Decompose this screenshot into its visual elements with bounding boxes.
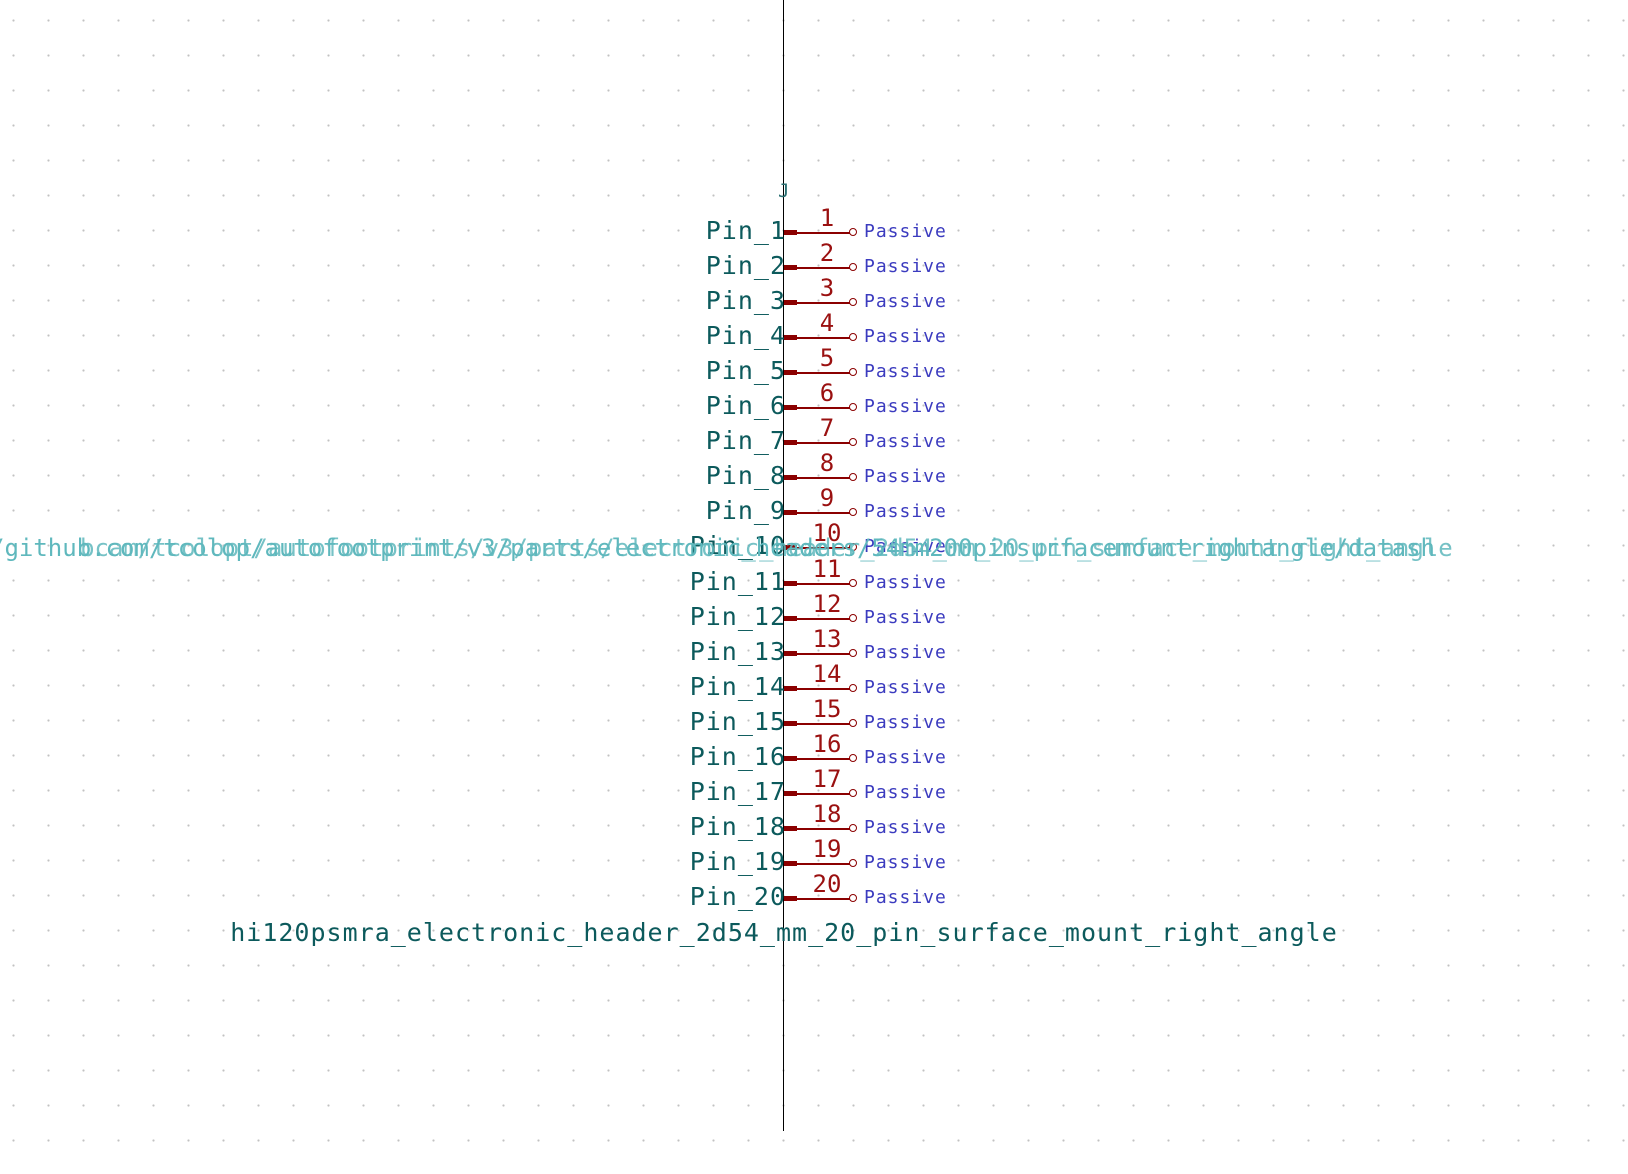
pin-type-label: Passive bbox=[864, 817, 947, 838]
pin-number-label: 16 bbox=[812, 730, 842, 758]
pin-endpoint-icon[interactable] bbox=[849, 684, 857, 692]
pin-type-label: Passive bbox=[864, 712, 947, 733]
pin-endpoint-icon[interactable] bbox=[849, 614, 857, 622]
pin-endpoint-icon[interactable] bbox=[849, 579, 857, 587]
component-value[interactable]: hi120psmra_electronic_header_2d54_mm_20_… bbox=[230, 918, 1338, 947]
pin-name-label: Pin_17 bbox=[689, 777, 786, 806]
pin-name-label: Pin_16 bbox=[689, 742, 786, 771]
pin-number-label: 12 bbox=[812, 590, 842, 618]
pin-number-label: 15 bbox=[812, 695, 842, 723]
pin-type-label: Passive bbox=[864, 221, 947, 242]
pin-name-label: Pin_7 bbox=[705, 426, 786, 455]
pin-number-label: 19 bbox=[812, 835, 842, 863]
pin-row[interactable]: Pin_6 6 Passive bbox=[0, 379, 1628, 442]
pin-name-label: Pin_4 bbox=[705, 321, 786, 350]
pin-row[interactable]: Pin_8 8 Passive bbox=[0, 449, 1628, 512]
pin-row[interactable]: Pin_7 7 Passive bbox=[0, 414, 1628, 477]
pin-endpoint-icon[interactable] bbox=[849, 894, 857, 902]
pin-endpoint-icon[interactable] bbox=[849, 438, 857, 446]
pin-type-label: Passive bbox=[864, 677, 947, 698]
pin-type-label: Passive bbox=[864, 642, 947, 663]
schematic-canvas[interactable]: J Pin_1 1 Passive Pin_2 2 Passive Pin_3 3 Passiv… bbox=[0, 0, 1628, 1174]
pin-row[interactable]: Pin_4 4 Passive bbox=[0, 309, 1628, 372]
pin-type-label: Passive bbox=[864, 572, 947, 593]
pin-endpoint-icon[interactable] bbox=[849, 508, 857, 516]
pin-endpoint-icon[interactable] bbox=[849, 789, 857, 797]
pin-name-label: Pin_11 bbox=[689, 567, 786, 596]
pin-row[interactable]: Pin_1 1 Passive bbox=[0, 204, 1628, 267]
pin-number-label: 4 bbox=[819, 309, 835, 337]
pin-name-label: Pin_18 bbox=[689, 812, 786, 841]
pin-number-label: 20 bbox=[812, 870, 842, 898]
pin-name-label: Pin_14 bbox=[689, 672, 786, 701]
pin-type-label: Passive bbox=[864, 782, 947, 803]
pin-name-label: Pin_8 bbox=[705, 461, 786, 490]
pin-type-label: Passive bbox=[864, 256, 947, 277]
pin-name-label: Pin_13 bbox=[689, 637, 786, 666]
reference-designator[interactable]: J bbox=[778, 180, 789, 202]
pin-endpoint-icon[interactable] bbox=[849, 333, 857, 341]
pin-type-label: Passive bbox=[864, 326, 947, 347]
pin-type-label: Passive bbox=[864, 887, 947, 908]
pin-number-label: 18 bbox=[812, 800, 842, 828]
pin-name-label: Pin_3 bbox=[705, 286, 786, 315]
pin-type-label: Passive bbox=[864, 361, 947, 382]
pin-number-label: 1 bbox=[819, 204, 835, 232]
pin-number-label: 3 bbox=[819, 274, 835, 302]
pin-name-label: Pin_20 bbox=[689, 882, 786, 911]
pin-number-label: 7 bbox=[819, 414, 835, 442]
footprint-path-text[interactable]: bcam/tcolopt/autofootprints/v3/parts/ele… bbox=[80, 534, 1453, 562]
pin-endpoint-icon[interactable] bbox=[849, 824, 857, 832]
pin-type-label: Passive bbox=[864, 852, 947, 873]
pin-number-label: 8 bbox=[819, 449, 835, 477]
pin-row[interactable]: Pin_2 2 Passive bbox=[0, 239, 1628, 302]
pin-name-label: Pin_19 bbox=[689, 847, 786, 876]
pin-endpoint-icon[interactable] bbox=[849, 649, 857, 657]
pin-name-label: Pin_2 bbox=[705, 251, 786, 280]
pin-type-label: Passive bbox=[864, 501, 947, 522]
pin-number-label: 13 bbox=[812, 625, 842, 653]
pin-type-label: Passive bbox=[864, 607, 947, 628]
pin-endpoint-icon[interactable] bbox=[849, 473, 857, 481]
pin-endpoint-icon[interactable] bbox=[849, 368, 857, 376]
pin-endpoint-icon[interactable] bbox=[849, 298, 857, 306]
pin-name-label: Pin_9 bbox=[705, 496, 786, 525]
pin-endpoint-icon[interactable] bbox=[849, 263, 857, 271]
pin-type-label: Passive bbox=[864, 431, 947, 452]
pin-number-label: 14 bbox=[812, 660, 842, 688]
pin-type-label: Passive bbox=[864, 747, 947, 768]
pin-number-label: 2 bbox=[819, 239, 835, 267]
pin-name-label: Pin_12 bbox=[689, 602, 786, 631]
pin-number-label: 6 bbox=[819, 379, 835, 407]
pin-type-label: Passive bbox=[864, 396, 947, 417]
pin-name-label: Pin_15 bbox=[689, 707, 786, 736]
pin-name-label: Pin_5 bbox=[705, 356, 786, 385]
pin-endpoint-icon[interactable] bbox=[849, 859, 857, 867]
pin-name-label: Pin_6 bbox=[705, 391, 786, 420]
pin-name-label: Pin_1 bbox=[705, 216, 786, 245]
pin-number-label: 9 bbox=[819, 484, 835, 512]
pin-endpoint-icon[interactable] bbox=[849, 754, 857, 762]
pin-type-label: Passive bbox=[864, 291, 947, 312]
pin-row[interactable]: Pin_3 3 Passive bbox=[0, 274, 1628, 337]
pin-endpoint-icon[interactable] bbox=[849, 228, 857, 236]
pin-type-label: Passive bbox=[864, 466, 947, 487]
pin-number-label: 5 bbox=[819, 344, 835, 372]
pin-row[interactable]: Pin_5 5 Passive bbox=[0, 344, 1628, 407]
pin-endpoint-icon[interactable] bbox=[849, 719, 857, 727]
pin-endpoint-icon[interactable] bbox=[849, 403, 857, 411]
pin-number-label: 17 bbox=[812, 765, 842, 793]
